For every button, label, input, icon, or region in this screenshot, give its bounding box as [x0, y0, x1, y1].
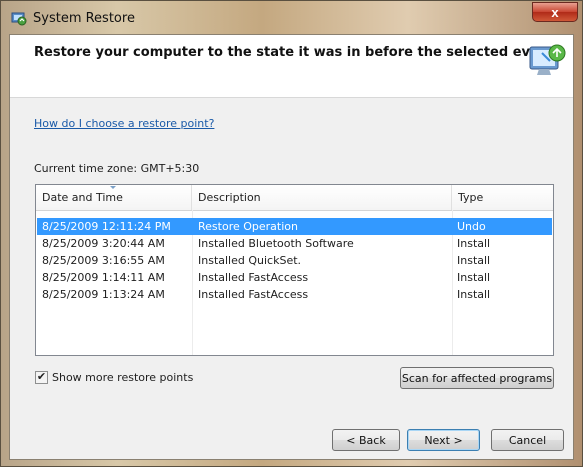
restore-points-table[interactable]: Date and Time Description Type 8/25/2009…: [35, 184, 554, 356]
cell-type: Undo: [457, 220, 486, 233]
table-row[interactable]: 8/25/2009 3:16:55 AM Installed QuickSet.…: [37, 252, 552, 269]
system-restore-monitor-icon: [529, 44, 566, 75]
scan-affected-programs-button[interactable]: Scan for affected programs: [400, 367, 554, 389]
cell-date: 8/25/2009 1:13:24 AM: [42, 288, 165, 301]
checkmark-icon: ✔: [36, 371, 47, 383]
cell-date: 8/25/2009 1:14:11 AM: [42, 271, 165, 284]
cell-type: Install: [457, 271, 491, 284]
show-more-checkbox[interactable]: ✔: [35, 371, 48, 384]
cell-description: Installed QuickSet.: [198, 254, 302, 267]
close-button[interactable]: x: [532, 2, 578, 22]
table-header: Date and Time Description Type: [36, 185, 553, 211]
back-button[interactable]: < Back: [332, 429, 400, 451]
cell-date: 8/25/2009 3:20:44 AM: [42, 237, 165, 250]
cell-type: Install: [457, 288, 491, 301]
system-restore-icon: [11, 12, 27, 26]
table-row[interactable]: 8/25/2009 1:14:11 AM Installed FastAcces…: [37, 269, 552, 286]
table-row[interactable]: 8/25/2009 3:20:44 AM Installed Bluetooth…: [37, 235, 552, 252]
dialog-client: Restore your computer to the state it wa…: [9, 34, 574, 460]
window-title: System Restore: [33, 11, 135, 26]
sort-arrow-icon: [110, 186, 116, 189]
show-more-label[interactable]: Show more restore points: [52, 371, 193, 384]
help-restore-point-link[interactable]: How do I choose a restore point?: [34, 117, 214, 130]
cell-date: 8/25/2009 12:11:24 PM: [42, 220, 171, 233]
cell-description: Installed Bluetooth Software: [198, 237, 354, 250]
cell-description: Installed FastAccess: [198, 288, 309, 301]
close-icon: x: [551, 4, 559, 20]
cell-type: Install: [457, 254, 491, 267]
cell-description: Restore Operation: [198, 220, 298, 233]
page-title: Restore your computer to the state it wa…: [34, 45, 555, 60]
cell-type: Install: [457, 237, 491, 250]
cell-description: Installed FastAccess: [198, 271, 309, 284]
table-row[interactable]: 8/25/2009 12:11:24 PM Restore Operation …: [37, 218, 552, 235]
cell-date: 8/25/2009 3:16:55 AM: [42, 254, 165, 267]
system-restore-window: System Restore x Restore your computer t…: [0, 0, 583, 467]
dialog-header: Restore your computer to the state it wa…: [10, 35, 573, 98]
cancel-button[interactable]: Cancel: [491, 429, 564, 451]
column-description[interactable]: Description: [192, 185, 452, 210]
next-button[interactable]: Next >: [407, 429, 480, 451]
column-type[interactable]: Type: [452, 185, 553, 210]
timezone-label: Current time zone: GMT+5:30: [34, 162, 200, 175]
title-bar[interactable]: System Restore x: [1, 1, 582, 35]
table-row[interactable]: 8/25/2009 1:13:24 AM Installed FastAcces…: [37, 286, 552, 303]
